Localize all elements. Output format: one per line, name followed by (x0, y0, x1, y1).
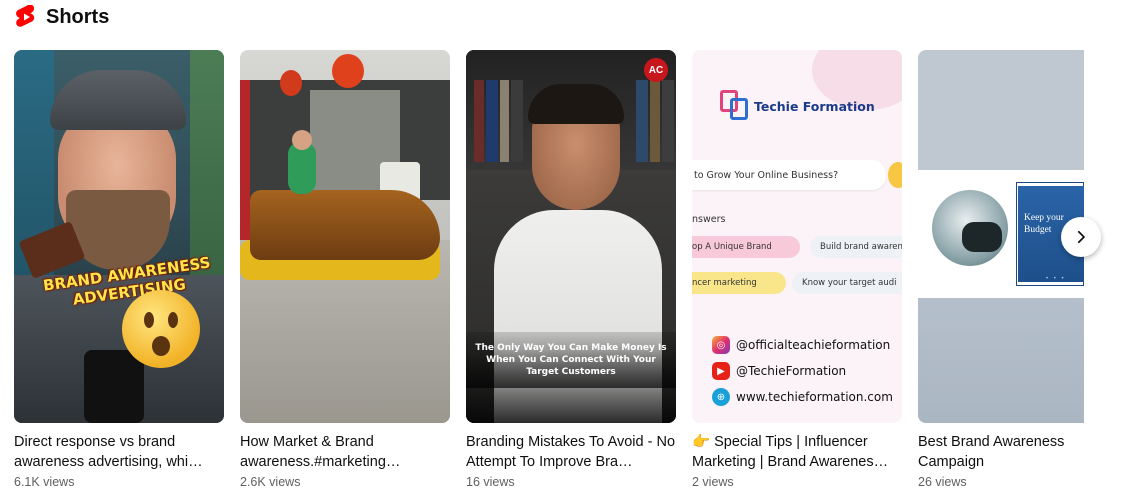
youtube-icon: ▶ (712, 362, 730, 380)
lantern-image (332, 54, 364, 88)
answers-label: nswers (692, 214, 726, 225)
question-bar: to Grow Your Online Business? (692, 160, 886, 190)
shorts-shelf: BRAND AWARENESS ADVERTISING Direct respo… (14, 50, 1084, 494)
short-card[interactable]: Keep your Budget • • • Best Brand Awaren… (918, 50, 1084, 489)
lantern-image (280, 70, 302, 96)
channel-badge: AC (644, 58, 668, 82)
view-count: 16 views (466, 475, 515, 489)
social-links: ◎ @officialteachieformation ▶ @TechieForma… (712, 332, 893, 410)
answer-pill: ncer marketing (692, 272, 786, 294)
techie-formation-logo-icon (720, 90, 750, 122)
short-title[interactable]: Direct response vs brand awareness adver… (14, 432, 224, 472)
section-title: Shorts (46, 5, 110, 28)
short-card[interactable]: AC The Only Way You Can Make Money Is Wh… (466, 50, 676, 489)
short-title[interactable]: 👉 Special Tips | Influencer Marketing | … (692, 432, 902, 472)
short-thumbnail[interactable] (240, 50, 450, 423)
short-thumbnail[interactable]: Keep your Budget • • • (918, 50, 1084, 423)
short-card[interactable]: BRAND AWARENESS ADVERTISING Direct respo… (14, 50, 224, 489)
answer-pill: Know your target audi (792, 272, 902, 294)
instagram-icon: ◎ (712, 336, 730, 354)
short-thumbnail[interactable]: Techie Formation to Grow Your Online Bus… (692, 50, 902, 423)
short-title[interactable]: Branding Mistakes To Avoid - No Attempt … (466, 432, 676, 472)
short-card[interactable]: Techie Formation to Grow Your Online Bus… (692, 50, 902, 489)
view-count: 26 views (918, 475, 967, 489)
short-thumbnail[interactable]: AC The Only Way You Can Make Money Is Wh… (466, 50, 676, 423)
surprised-emoji-icon (122, 290, 200, 368)
short-card[interactable]: How Market & Brand awareness.#marketing…… (240, 50, 450, 489)
view-count: 6.1K views (14, 475, 75, 489)
shorts-logo-icon (16, 5, 35, 27)
brand-logo: Techie Formation (720, 90, 875, 122)
short-title[interactable]: Best Brand Awareness Campaign (918, 432, 1084, 472)
globe-icon: ⊕ (712, 388, 730, 406)
thumbnail-caption: The Only Way You Can Make Money Is When … (466, 332, 676, 388)
answer-pill: op A Unique Brand (692, 236, 800, 258)
shorts-header: Shorts (16, 4, 109, 30)
shoe-car-image (250, 190, 440, 260)
view-count: 2.6K views (240, 475, 301, 489)
chevron-right-icon (1077, 230, 1085, 244)
short-title[interactable]: How Market & Brand awareness.#marketing… (240, 432, 450, 472)
answer-pill: Build brand awaren (810, 236, 902, 258)
short-thumbnail[interactable]: BRAND AWARENESS ADVERTISING (14, 50, 224, 423)
next-button[interactable] (1061, 217, 1101, 257)
view-count: 2 views (692, 475, 734, 489)
